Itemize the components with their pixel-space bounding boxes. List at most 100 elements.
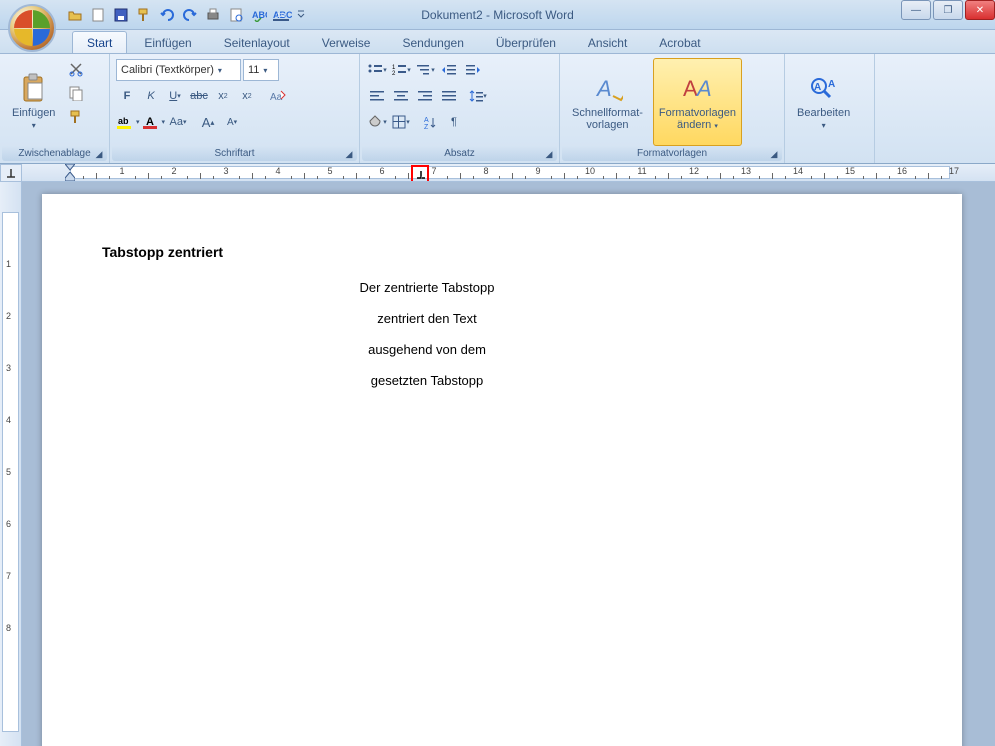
title-bar: ABC ABC123 Dokument2 - Microsoft Word — …: [0, 0, 995, 30]
underline-button[interactable]: U▾: [164, 85, 186, 107]
close-button[interactable]: ✕: [965, 0, 995, 20]
ruler-number: 9: [535, 166, 540, 176]
tab-ueberpruefen[interactable]: Überprüfen: [481, 31, 571, 53]
document-line: ausgehend von dem: [172, 342, 682, 357]
decrease-indent-button[interactable]: [438, 59, 460, 81]
font-name-combo[interactable]: Calibri (Textkörper)▾: [116, 59, 241, 81]
document-heading: Tabstopp zentriert: [102, 244, 902, 260]
quick-access-toolbar: ABC ABC123: [65, 5, 307, 25]
tab-selector-button[interactable]: [0, 164, 22, 182]
horizontal-ruler[interactable]: 1234567891011121314151617: [22, 164, 995, 182]
shrink-font-button[interactable]: A▾: [221, 111, 243, 133]
print-icon[interactable]: [203, 5, 223, 25]
paragraph-dialog-launcher-icon[interactable]: ◢: [543, 148, 555, 160]
styles-dialog-launcher-icon[interactable]: ◢: [768, 148, 780, 160]
editing-label: Bearbeiten: [797, 107, 850, 119]
font-dialog-launcher-icon[interactable]: ◢: [343, 148, 355, 160]
ruler-number: 16: [897, 166, 907, 176]
superscript-button[interactable]: x2: [236, 85, 258, 107]
quick-styles-label: Schnellformat- vorlagen: [572, 107, 643, 131]
svg-text:A: A: [424, 117, 429, 124]
redo-icon[interactable]: [180, 5, 200, 25]
copy-icon[interactable]: [65, 82, 87, 104]
styles-group-label: Formatvorlagen: [562, 146, 782, 161]
vertical-ruler[interactable]: 12345678: [0, 182, 22, 746]
group-editing: AA Bearbeiten▾ .: [785, 54, 875, 163]
svg-text:123: 123: [277, 13, 286, 19]
grow-font-button[interactable]: A▴: [197, 111, 219, 133]
hanging-indent-marker[interactable]: [65, 172, 75, 182]
align-right-button[interactable]: [414, 85, 436, 107]
tab-verweise[interactable]: Verweise: [307, 31, 386, 53]
font-name-value: Calibri (Textkörper): [121, 64, 214, 76]
tab-start[interactable]: Start: [72, 31, 127, 53]
paste-button[interactable]: Einfügen▾: [6, 58, 61, 146]
change-styles-button[interactable]: AA Formatvorlagen ändern ▾: [653, 58, 742, 146]
maximize-button[interactable]: ❐: [933, 0, 963, 20]
tab-sendungen[interactable]: Sendungen: [387, 31, 478, 53]
sort-button[interactable]: AZ: [419, 111, 441, 133]
subscript-button[interactable]: x2: [212, 85, 234, 107]
document-area[interactable]: Tabstopp zentriert Der zentrierte Tabsto…: [22, 182, 995, 746]
clear-formatting-icon[interactable]: Aa: [266, 85, 288, 107]
align-center-button[interactable]: [390, 85, 412, 107]
group-clipboard: Einfügen▾ Zwischenablage ◢: [0, 54, 110, 163]
word-count-icon[interactable]: ABC123: [272, 5, 292, 25]
tab-acrobat[interactable]: Acrobat: [644, 31, 715, 53]
open-icon[interactable]: [65, 5, 85, 25]
borders-button[interactable]: ▾: [390, 111, 412, 133]
print-preview-icon[interactable]: [226, 5, 246, 25]
ruler-v-number: 5: [6, 467, 11, 477]
tab-ansicht[interactable]: Ansicht: [573, 31, 642, 53]
quick-styles-button[interactable]: A Schnellformat- vorlagen: [566, 58, 649, 146]
ribbon: Einfügen▾ Zwischenablage ◢ Calibri (Text…: [0, 54, 995, 164]
show-marks-button[interactable]: ¶: [443, 111, 465, 133]
cut-icon[interactable]: [65, 58, 87, 80]
font-size-value: 11: [248, 64, 259, 76]
ruler-v-number: 3: [6, 363, 11, 373]
font-color-button[interactable]: A▾: [142, 111, 166, 133]
paste-label: Einfügen: [12, 107, 55, 119]
svg-text:ab: ab: [118, 116, 129, 126]
numbering-button[interactable]: 12▾: [390, 59, 412, 81]
ruler-v-number: 1: [6, 259, 11, 269]
font-group-label: Schriftart: [112, 146, 357, 161]
bold-button[interactable]: F: [116, 85, 138, 107]
line-spacing-button[interactable]: ▾: [467, 85, 489, 107]
ruler-number: 12: [689, 166, 699, 176]
clipboard-dialog-launcher-icon[interactable]: ◢: [93, 148, 105, 160]
format-paint-icon[interactable]: [134, 5, 154, 25]
increase-indent-button[interactable]: [462, 59, 484, 81]
qat-customize-icon[interactable]: [295, 5, 307, 25]
minimize-button[interactable]: —: [901, 0, 931, 20]
undo-icon[interactable]: [157, 5, 177, 25]
ribbon-tabs: Start Einfügen Seitenlayout Verweise Sen…: [0, 30, 995, 54]
multilevel-list-button[interactable]: ▾: [414, 59, 436, 81]
document-line: zentriert den Text: [172, 311, 682, 326]
bullets-button[interactable]: ▾: [366, 59, 388, 81]
justify-button[interactable]: [438, 85, 460, 107]
first-line-indent-marker[interactable]: [65, 164, 75, 172]
office-button[interactable]: [8, 4, 56, 52]
change-case-button[interactable]: Aa▾: [167, 111, 189, 133]
svg-text:2: 2: [392, 71, 396, 77]
spell-check-icon[interactable]: ABC: [249, 5, 269, 25]
align-left-button[interactable]: [366, 85, 388, 107]
new-doc-icon[interactable]: [88, 5, 108, 25]
strikethrough-button[interactable]: abc: [188, 85, 210, 107]
highlight-color-button[interactable]: ab▾: [116, 111, 140, 133]
shading-button[interactable]: ▾: [366, 111, 388, 133]
tab-einfuegen[interactable]: Einfügen: [129, 31, 206, 53]
format-painter-icon[interactable]: [65, 106, 87, 128]
ruler-number: 7: [431, 166, 436, 176]
ruler-number: 17: [949, 166, 959, 176]
ruler-number: 14: [793, 166, 803, 176]
save-icon[interactable]: [111, 5, 131, 25]
italic-button[interactable]: K: [140, 85, 162, 107]
font-size-combo[interactable]: 11▾: [243, 59, 279, 81]
quick-styles-icon: A: [591, 73, 623, 105]
editing-button[interactable]: AA Bearbeiten▾: [791, 58, 856, 146]
change-styles-label: Formatvorlagen ändern ▾: [659, 107, 736, 131]
tab-seitenlayout[interactable]: Seitenlayout: [209, 31, 305, 53]
ruler-v-number: 4: [6, 415, 11, 425]
